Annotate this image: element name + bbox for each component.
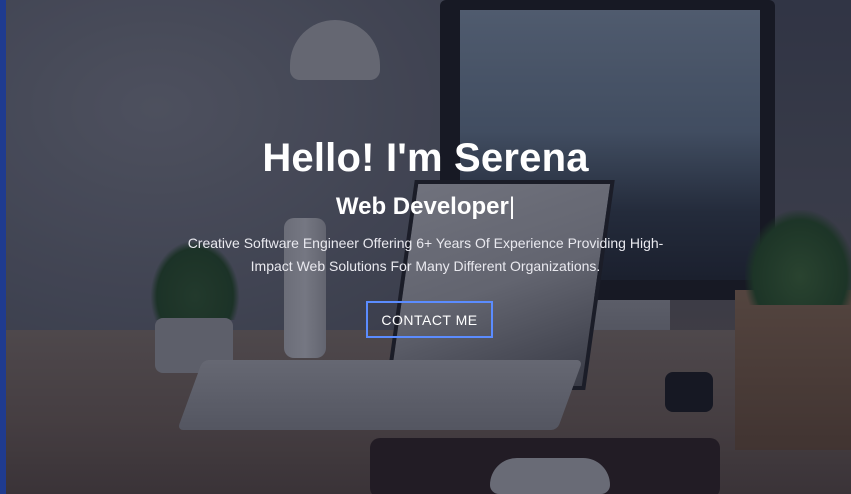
hero-title: Hello! I'm Serena <box>262 136 589 180</box>
hero-content: Hello! I'm Serena Web Developer| Creativ… <box>0 0 851 494</box>
hero-section: Hello! I'm Serena Web Developer| Creativ… <box>0 0 851 494</box>
hero-subtitle: Web Developer| <box>0 193 851 221</box>
typing-cursor: | <box>508 193 516 220</box>
contact-me-button[interactable]: CONTACT ME <box>366 301 493 338</box>
role-text: Web Developer <box>335 193 509 220</box>
hero-description: Creative Software Engineer Offering 6+ Y… <box>187 235 664 274</box>
